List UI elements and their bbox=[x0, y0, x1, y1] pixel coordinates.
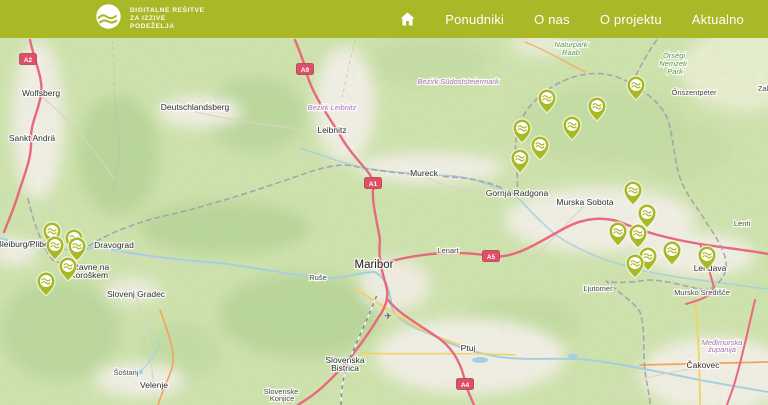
main-nav: Ponudniki O nas O projektu Aktualno bbox=[400, 12, 744, 27]
map-label: Ruše bbox=[309, 273, 327, 282]
map-label: Dravograd bbox=[94, 240, 134, 250]
svg-text:A5: A5 bbox=[487, 254, 496, 261]
svg-text:A2: A2 bbox=[24, 57, 33, 64]
map-label: Őriszentpéter bbox=[671, 88, 717, 97]
map-label: Mureck bbox=[410, 168, 439, 178]
map-label: Lenart bbox=[437, 246, 459, 255]
airport-icon: ✈ bbox=[384, 311, 392, 321]
map-label: Bezirk Leibnitz bbox=[308, 103, 357, 112]
map-label: županija bbox=[707, 345, 736, 354]
map-label: Velenje bbox=[140, 380, 168, 390]
nav-home-link[interactable] bbox=[400, 12, 415, 26]
nav-item-o-nas[interactable]: O nas bbox=[534, 12, 570, 27]
map-label: Ljutomer bbox=[583, 284, 613, 293]
map-label: Leibnitz bbox=[317, 125, 346, 135]
road-badge: A1 bbox=[365, 178, 382, 189]
map-label: Ptuj bbox=[461, 343, 476, 353]
map-label: Raab bbox=[562, 48, 580, 57]
map-label: Bistrica bbox=[331, 363, 359, 373]
svg-text:A1: A1 bbox=[369, 181, 378, 188]
site-logo-text: DIGITALNE REŠITVE ZA IZZIVE PODEŽELJA bbox=[130, 7, 204, 30]
map-canvas[interactable]: ✈ A2A9A1A5A4 NaturparkRaabŐrségiNemzetiP… bbox=[0, 38, 768, 405]
road-badge: A2 bbox=[20, 54, 37, 65]
map-label: Bezirk Südoststeiermark bbox=[417, 77, 500, 86]
road-badge: A4 bbox=[457, 379, 474, 390]
map-label: Mursko Središče bbox=[674, 288, 730, 297]
map-label: Zalal bbox=[758, 84, 768, 93]
svg-text:A4: A4 bbox=[461, 382, 470, 389]
map-label: Murska Sobota bbox=[556, 197, 613, 207]
map-label: Gornja Radgona bbox=[486, 188, 549, 198]
site-logo[interactable]: DIGITALNE REŠITVE ZA IZZIVE PODEŽELJA bbox=[95, 3, 204, 35]
map-label: Šoštanj bbox=[113, 368, 138, 377]
road-badge: A9 bbox=[297, 64, 314, 75]
svg-text:A9: A9 bbox=[301, 67, 310, 74]
map-label: Park bbox=[667, 67, 684, 76]
map-label: Konjice bbox=[270, 394, 295, 403]
top-navigation-bar: DIGITALNE REŠITVE ZA IZZIVE PODEŽELJA Po… bbox=[0, 0, 768, 38]
home-icon bbox=[400, 12, 415, 26]
nav-item-ponudniki[interactable]: Ponudniki bbox=[445, 12, 504, 27]
map-label: Deutschlandsberg bbox=[161, 102, 230, 112]
road-badge: A5 bbox=[483, 251, 500, 262]
map-label: Sankt Andrä bbox=[9, 133, 56, 143]
map-label: Maribor bbox=[355, 259, 394, 271]
nav-item-aktualno[interactable]: Aktualno bbox=[692, 12, 744, 27]
map-label: Slovenj Gradec bbox=[107, 289, 166, 299]
map-label: Čakovec bbox=[686, 360, 720, 370]
openstreetmap-basemap: ✈ A2A9A1A5A4 NaturparkRaabŐrségiNemzetiP… bbox=[0, 38, 768, 405]
map-label: Lenti bbox=[734, 219, 751, 228]
map-label: Wolfsberg bbox=[22, 88, 60, 98]
nav-item-o-projektu[interactable]: O projektu bbox=[600, 12, 662, 27]
hills-waves-icon bbox=[95, 3, 122, 35]
